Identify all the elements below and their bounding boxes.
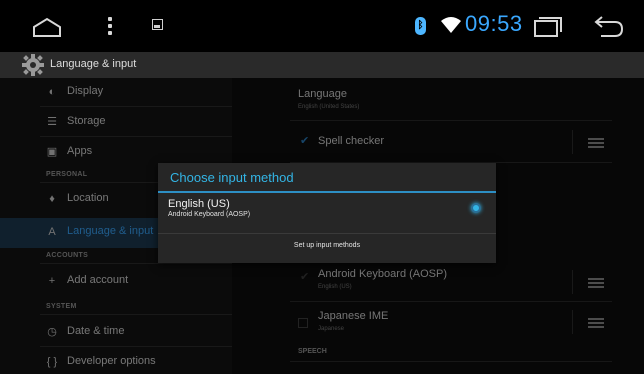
picture-icon bbox=[152, 19, 163, 30]
set-up-input-methods-button[interactable]: Set up input methods bbox=[158, 235, 496, 263]
dialog-title: Choose input method bbox=[170, 170, 294, 185]
page-title: Language & input bbox=[50, 58, 137, 70]
menu-icon[interactable] bbox=[106, 15, 114, 37]
bluetooth-icon: ᛒ bbox=[415, 17, 426, 35]
choose-input-method-dialog: Choose input method English (US) Android… bbox=[158, 163, 496, 263]
home-icon[interactable] bbox=[32, 17, 62, 37]
radio-selected-icon[interactable] bbox=[471, 203, 481, 213]
option-title: English (US) bbox=[168, 198, 230, 210]
action-bar: Language & input bbox=[0, 52, 644, 78]
settings-gear-icon[interactable] bbox=[22, 54, 44, 76]
back-icon[interactable] bbox=[593, 16, 623, 38]
input-method-option[interactable]: English (US) Android Keyboard (AOSP) bbox=[158, 193, 496, 233]
dialog-divider bbox=[158, 233, 496, 234]
wifi-icon bbox=[441, 17, 461, 33]
status-bar: ᛒ 09:53 bbox=[0, 0, 644, 52]
option-subtitle: Android Keyboard (AOSP) bbox=[168, 211, 251, 218]
clock: 09:53 bbox=[465, 11, 523, 36]
recents-icon[interactable] bbox=[534, 17, 562, 37]
